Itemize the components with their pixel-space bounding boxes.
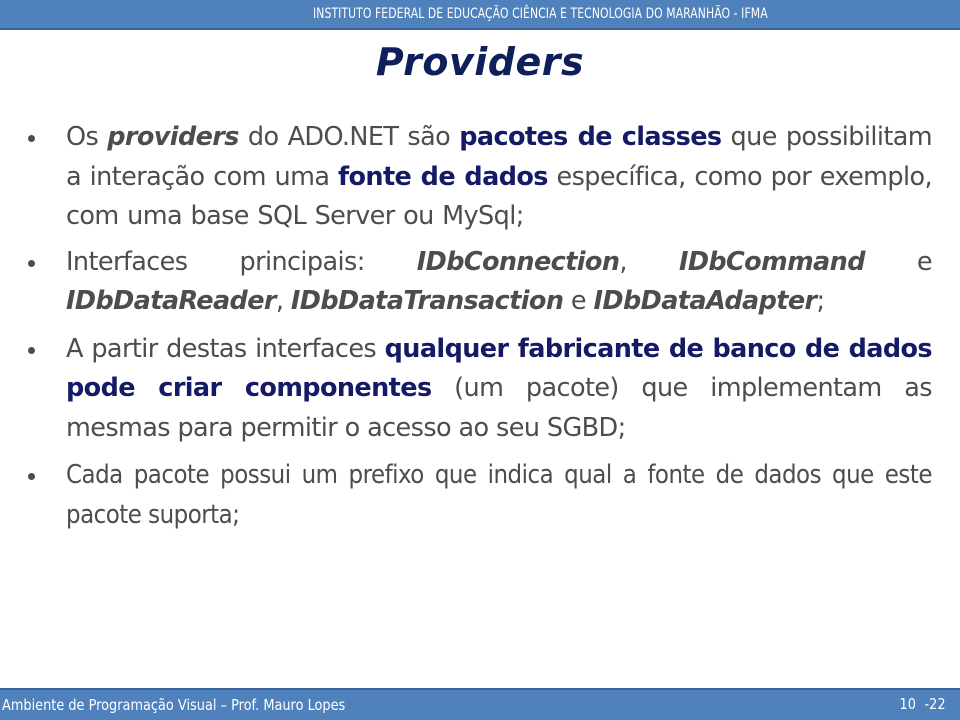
text-segment: Interfaces principais: — [66, 246, 417, 277]
text-segment: e — [864, 246, 933, 277]
text-segment: Os — [66, 122, 108, 152]
interface-name: IDbConnection — [416, 246, 620, 277]
slide-number: 10 — [899, 695, 917, 713]
text-segment: , — [619, 246, 679, 277]
interface-name: IDbDataTransaction — [290, 286, 564, 316]
page-indicator: 10 -22 — [900, 695, 946, 713]
slide-title: Providers — [0, 40, 960, 84]
italic-term: providers — [107, 122, 239, 152]
institution-name: INSTITUTO FEDERAL DE EDUCAÇÃO CIÊNCIA E … — [312, 6, 768, 22]
course-label: Ambiente de Programação Visual – Prof. M… — [2, 696, 346, 714]
header-bar: INSTITUTO FEDERAL DE EDUCAÇÃO CIÊNCIA E … — [0, 0, 960, 30]
interface-name: IDbDataReader — [66, 286, 276, 316]
text-segment: A partir destas interfaces — [66, 333, 385, 364]
text-segment: , — [275, 286, 291, 316]
bullet-item: Cada pacote possui um prefixo que indica… — [28, 456, 933, 535]
bullet-item: Os providers do ADO.NET são pacotes de c… — [28, 118, 933, 237]
bullet-item: A partir destas interfaces qualquer fabr… — [28, 330, 933, 449]
highlight-term: fonte de dados — [338, 161, 548, 192]
slide-title-text: Providers — [375, 40, 585, 84]
bullet-dot-icon — [28, 135, 35, 142]
bullet-dot-icon — [28, 473, 35, 480]
bullet-dot-icon — [28, 259, 35, 267]
interface-name: IDbDataAdapter — [593, 286, 818, 316]
footer-bar: Ambiente de Programação Visual – Prof. M… — [0, 688, 960, 720]
text-segment: ; — [816, 286, 826, 316]
bullet-list: Os providers do ADO.NET são pacotes de c… — [28, 118, 933, 541]
text-segment: Cada pacote possui um prefixo que indica… — [66, 460, 933, 530]
slide: INSTITUTO FEDERAL DE EDUCAÇÃO CIÊNCIA E … — [0, 0, 960, 720]
text-segment: e — [563, 286, 594, 316]
slide-total: -22 — [924, 695, 946, 713]
interface-name: IDbCommand — [678, 246, 866, 277]
text-segment: do ADO.NET são — [238, 122, 460, 152]
highlight-term: pacotes de classes — [459, 122, 722, 152]
bullet-item: Interfaces principais: IDbConnection, ID… — [28, 243, 933, 322]
bullet-dot-icon — [28, 346, 35, 354]
